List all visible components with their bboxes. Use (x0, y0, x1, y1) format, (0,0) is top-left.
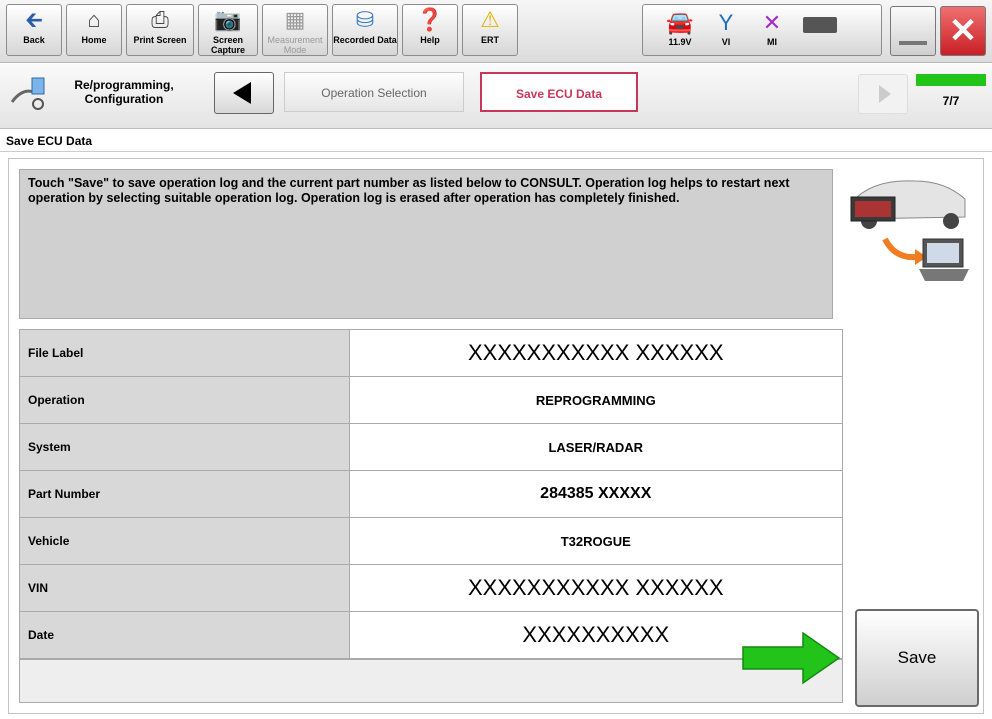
vi-connection-icon: Y (718, 10, 734, 35)
status-panel: 🚘 11.9V Y VI ✕ MI (642, 4, 882, 56)
reprogramming-icon (8, 74, 48, 112)
back-arrow-icon: 🡰 (25, 7, 43, 32)
save-button[interactable]: Save (855, 609, 979, 707)
print-screen-button[interactable]: ⎙ Print Screen (126, 4, 194, 56)
measurement-mode-label: Measurement Mode (267, 35, 323, 55)
printer-icon: ⎙ (151, 7, 169, 32)
instruction-message: Touch "Save" to save operation log and t… (19, 169, 833, 319)
car-icon: 🚘 (666, 10, 694, 35)
battery-icon (803, 17, 837, 33)
file-label-value: XXXXXXXXXXX XXXXXX (348, 329, 844, 377)
close-button[interactable]: ✕ (940, 6, 986, 56)
car-to-laptop-icon (845, 169, 975, 289)
toolbar: 🡰 Back ⌂ Home ⎙ Print Screen 📷 Screen Ca… (0, 0, 992, 63)
print-screen-label: Print Screen (133, 35, 187, 45)
navigation-bar: Re/programming, Configuration Operation … (0, 64, 992, 129)
next-arrow-icon (879, 85, 891, 103)
vin-label: VIN (19, 564, 350, 612)
help-icon: ❓ (416, 7, 444, 32)
ert-label: ERT (481, 35, 499, 45)
table-row: File Label XXXXXXXXXXX XXXXXX (19, 329, 844, 377)
vi-status: Y VI (709, 9, 743, 47)
mi-label: MI (767, 37, 777, 47)
vehicle-label: Vehicle (19, 517, 350, 565)
vehicle-value: T32ROGUE (348, 517, 844, 565)
page-title: Save ECU Data (0, 130, 992, 152)
part-number-label: Part Number (19, 470, 350, 518)
back-button[interactable]: 🡰 Back (6, 4, 62, 56)
measurement-icon: ▦ (284, 7, 306, 32)
system-value: LASER/RADAR (348, 423, 844, 471)
battery-voltage-status: 🚘 11.9V (657, 9, 703, 47)
recorded-data-icon: ⛁ (355, 7, 375, 32)
recorded-data-button[interactable]: ⛁ Recorded Data (332, 4, 398, 56)
progress-bar (916, 74, 986, 86)
table-row: VIN XXXXXXXXXXX XXXXXX (19, 564, 844, 612)
date-label: Date (19, 611, 350, 659)
minimize-icon (899, 41, 927, 45)
table-row: Part Number 284385 XXXXX (19, 470, 844, 518)
step-save-ecu-data: Save ECU Data (480, 72, 638, 112)
ert-button[interactable]: ⚠ ERT (462, 4, 518, 56)
progress-counter: 7/7 (942, 94, 960, 108)
minimize-button[interactable] (890, 6, 936, 56)
table-row: System LASER/RADAR (19, 423, 844, 471)
ecu-info-table: File Label XXXXXXXXXXX XXXXXX Operation … (19, 329, 844, 659)
operation-label: Operation (19, 376, 350, 424)
back-label: Back (23, 35, 45, 45)
warning-icon: ⚠ (480, 7, 500, 32)
voltage-label: 11.9V (668, 37, 692, 47)
table-row: Date XXXXXXXXXX (19, 611, 844, 659)
screen-capture-label: Screen Capture (210, 35, 245, 55)
mi-status: ✕ MI (755, 9, 789, 47)
table-row: Operation REPROGRAMMING (19, 376, 844, 424)
help-button[interactable]: ❓ Help (402, 4, 458, 56)
measurement-mode-button[interactable]: ▦ Measurement Mode (262, 4, 328, 56)
home-label: Home (81, 35, 107, 45)
green-arrow-icon (739, 631, 843, 685)
camera-icon: 📷 (214, 7, 242, 32)
next-button[interactable] (858, 74, 908, 114)
operation-value: REPROGRAMMING (348, 376, 844, 424)
mi-disconnected-icon: ✕ (762, 10, 782, 35)
section-title: Re/programming, Configuration (74, 78, 174, 106)
part-number-value: 284385 XXXXX (348, 470, 844, 518)
previous-arrow-icon (233, 82, 251, 104)
vi-label: VI (721, 37, 731, 47)
vin-value: XXXXXXXXXXX XXXXXX (348, 564, 844, 612)
step-operation-selection: Operation Selection (284, 72, 464, 112)
help-label: Help (420, 35, 440, 45)
previous-button[interactable] (214, 72, 274, 114)
home-button[interactable]: ⌂ Home (66, 4, 122, 56)
system-label: System (19, 423, 350, 471)
file-label-label: File Label (19, 329, 350, 377)
recorded-data-label: Recorded Data (333, 35, 397, 45)
main-panel: Touch "Save" to save operation log and t… (8, 158, 984, 714)
close-icon: ✕ (948, 12, 978, 50)
empty-row (19, 659, 843, 703)
screen-capture-button[interactable]: 📷 Screen Capture (198, 4, 258, 56)
home-icon: ⌂ (87, 7, 101, 32)
table-row: Vehicle T32ROGUE (19, 517, 844, 565)
